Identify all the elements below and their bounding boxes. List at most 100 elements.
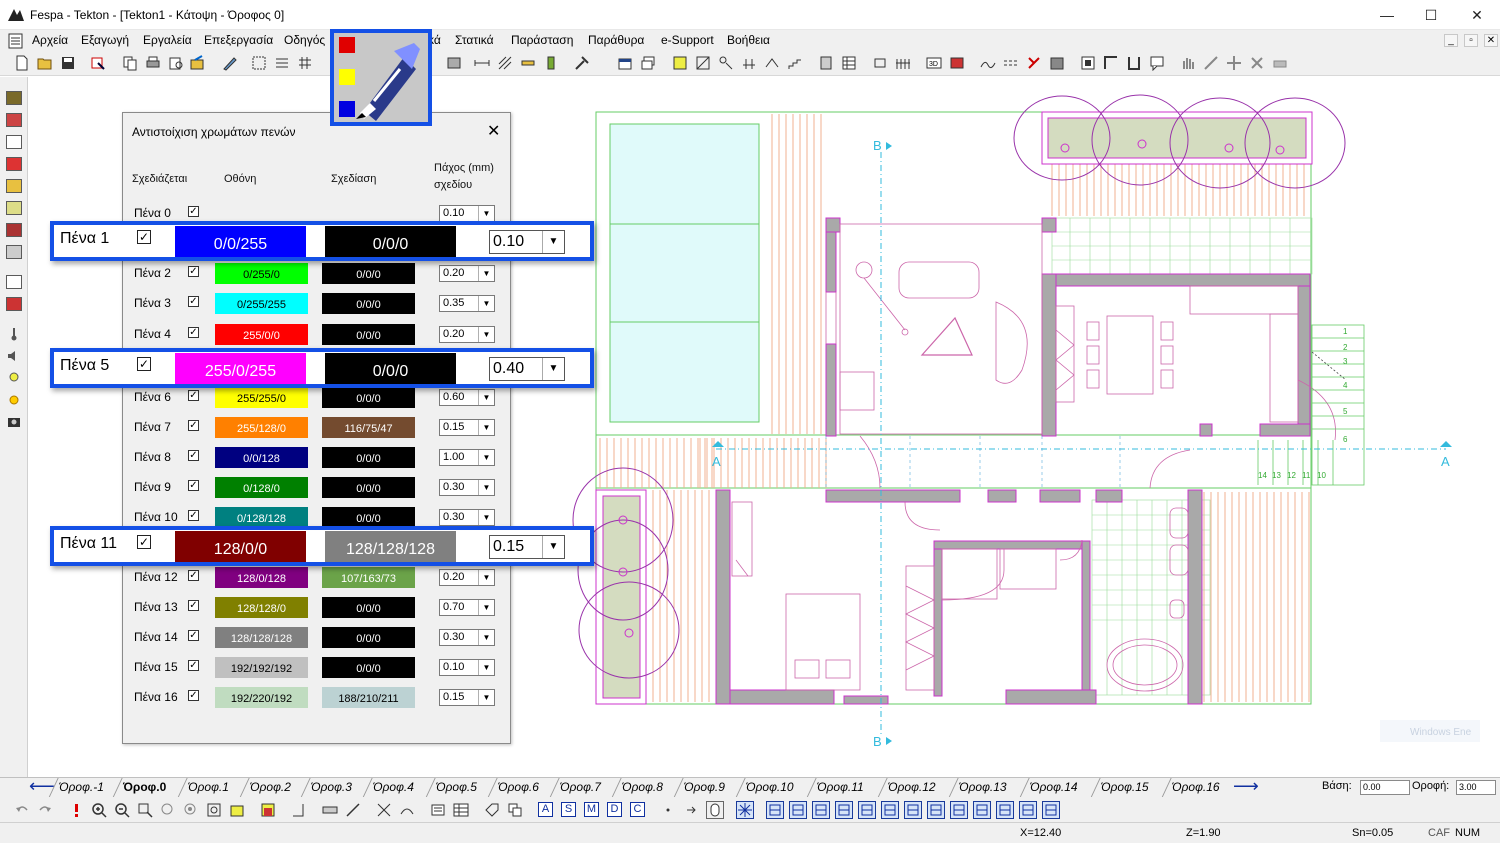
floor-tab[interactable]: Όροφ.13	[959, 780, 1007, 794]
level-icon[interactable]	[741, 55, 757, 71]
pen-screen-color-swatch[interactable]: 0/128/128	[215, 507, 308, 528]
camera-icon[interactable]	[6, 415, 22, 429]
zoom-in-icon[interactable]	[91, 802, 107, 818]
floor-tab[interactable]: Όροφ.0	[123, 780, 166, 794]
window-tile-icon[interactable]	[617, 55, 633, 71]
mirror-icon[interactable]	[1126, 55, 1142, 71]
alert-icon[interactable]	[68, 802, 84, 818]
cut-icon[interactable]	[1026, 55, 1042, 71]
callout-screen-color-swatch[interactable]: 255/0/255	[175, 353, 306, 384]
eraser-icon[interactable]	[1272, 55, 1288, 71]
chevron-down-icon[interactable]: ▼	[478, 690, 494, 705]
select-window-icon[interactable]	[251, 55, 267, 71]
move-point-icon[interactable]	[683, 802, 699, 818]
layers-panel-icon[interactable]	[260, 802, 276, 818]
pen-screen-color-swatch[interactable]: 128/0/128	[215, 567, 308, 588]
minimize-button[interactable]: —	[1364, 0, 1410, 30]
window-tool-icon[interactable]	[6, 135, 22, 149]
slab-tool-icon[interactable]	[6, 201, 22, 215]
menu-export[interactable]: Εξαγωγή	[81, 33, 129, 47]
slab-icon[interactable]	[672, 55, 688, 71]
elevation-icon[interactable]	[1103, 55, 1119, 71]
pen-plot-color-swatch[interactable]: 0/0/0	[322, 627, 415, 648]
chevron-down-icon[interactable]: ▼	[478, 420, 494, 435]
properties-icon[interactable]	[430, 802, 446, 818]
pen-thickness-combo[interactable]: 0.20 ▼	[439, 569, 495, 586]
pen-drawn-checkbox[interactable]: ✓	[188, 510, 199, 521]
furniture-tool-icon[interactable]	[6, 245, 22, 259]
new-file-icon[interactable]	[14, 55, 30, 71]
callout-drawn-checkbox[interactable]: ✓	[137, 230, 151, 244]
stairs-icon[interactable]	[787, 55, 803, 71]
pen-screen-color-swatch[interactable]: 192/220/192	[215, 687, 308, 708]
callout-drawn-checkbox[interactable]: ✓	[137, 357, 151, 371]
chevron-down-icon[interactable]: ▼	[478, 480, 494, 495]
floor-tab[interactable]: Όροφ.-1	[59, 780, 104, 794]
pen-plot-color-swatch[interactable]: 0/0/0	[322, 293, 415, 314]
pen-screen-color-swatch[interactable]: 255/0/0	[215, 324, 308, 345]
duplicate-icon[interactable]	[507, 802, 523, 818]
dimension-icon[interactable]	[474, 55, 490, 71]
node-select-icon[interactable]	[376, 802, 392, 818]
fence-icon[interactable]	[895, 55, 911, 71]
pen-thickness-combo[interactable]: 0.35 ▼	[439, 295, 495, 312]
floor-tab[interactable]: Όροφ.11	[817, 780, 864, 794]
pen-screen-color-swatch[interactable]: 192/192/192	[215, 657, 308, 678]
tangent-snap-button[interactable]	[927, 801, 945, 819]
ortho-snap-button[interactable]	[736, 801, 754, 819]
move-icon[interactable]	[1226, 55, 1242, 71]
pen-thickness-combo[interactable]: 0.30 ▼	[439, 629, 495, 646]
pen-drawn-checkbox[interactable]: ✓	[188, 390, 199, 401]
floor-tab[interactable]: Όροφ.3	[311, 780, 352, 794]
building-icon[interactable]	[1049, 55, 1065, 71]
export-snap-button[interactable]	[1019, 801, 1037, 819]
roof-input[interactable]: 3.00	[1456, 780, 1496, 795]
import-icon[interactable]	[90, 55, 106, 71]
pen-color-tool-zoom[interactable]	[330, 29, 432, 126]
layer-icon[interactable]	[446, 55, 462, 71]
endpoint-snap-button[interactable]	[835, 801, 853, 819]
table-view-icon[interactable]	[453, 802, 469, 818]
rectangle-tool-icon[interactable]	[322, 802, 338, 818]
filter-letter-button[interactable]: S	[561, 802, 576, 817]
pen-thickness-combo[interactable]: 1.00 ▼	[439, 449, 495, 466]
pen-thickness-combo[interactable]: 0.30 ▼	[439, 509, 495, 526]
chevron-down-icon[interactable]: ▼	[478, 327, 494, 342]
beam-icon[interactable]	[520, 55, 536, 71]
pen-screen-color-swatch[interactable]: 128/128/128	[215, 627, 308, 648]
stairs-tool-icon[interactable]	[6, 223, 22, 237]
menu-static[interactable]: Στατικά	[455, 33, 494, 47]
table-icon[interactable]	[841, 55, 857, 71]
open-folder-icon[interactable]	[37, 55, 53, 71]
chevron-down-icon[interactable]: ▼	[478, 570, 494, 585]
copy-icon[interactable]	[122, 55, 138, 71]
pen-thickness-combo[interactable]: 0.15 ▼	[439, 689, 495, 706]
pen-plot-color-swatch[interactable]: 0/0/0	[322, 507, 415, 528]
callout-thickness-combo[interactable]: 0.40 ▼	[489, 357, 565, 381]
pen-plot-color-swatch[interactable]: 0/0/0	[322, 387, 415, 408]
roof-icon[interactable]	[764, 55, 780, 71]
print-icon[interactable]	[145, 55, 161, 71]
pen-thickness-combo[interactable]: 0.15 ▼	[439, 419, 495, 436]
thermometer-icon[interactable]	[6, 327, 22, 341]
pen-plot-color-swatch[interactable]: 0/0/0	[322, 447, 415, 468]
pen-drawn-checkbox[interactable]: ✓	[188, 480, 199, 491]
grid-snap-button[interactable]	[766, 801, 784, 819]
delete-x-icon[interactable]	[1249, 55, 1265, 71]
chevron-down-icon[interactable]: ▼	[478, 600, 494, 615]
line-tool-icon[interactable]	[345, 802, 361, 818]
chevron-down-icon[interactable]: ▼	[478, 296, 494, 311]
floor-tab[interactable]: Όροφ.6	[498, 780, 539, 794]
filter-letter-button[interactable]: M	[584, 802, 599, 817]
print-area-button[interactable]	[1042, 801, 1060, 819]
chevron-down-icon[interactable]: ▼	[542, 358, 564, 380]
dialog-close-button[interactable]: ✕	[487, 121, 500, 141]
chevron-down-icon[interactable]: ▼	[478, 450, 494, 465]
pen-drawn-checkbox[interactable]: ✓	[188, 600, 199, 611]
save-icon[interactable]	[60, 55, 76, 71]
render-tool-icon[interactable]	[6, 297, 22, 311]
3d-view-icon[interactable]: 3D	[926, 55, 942, 71]
chevron-down-icon[interactable]: ▼	[478, 660, 494, 675]
chevron-down-icon[interactable]: ▼	[478, 510, 494, 525]
perpendicular-snap-button[interactable]	[904, 801, 922, 819]
